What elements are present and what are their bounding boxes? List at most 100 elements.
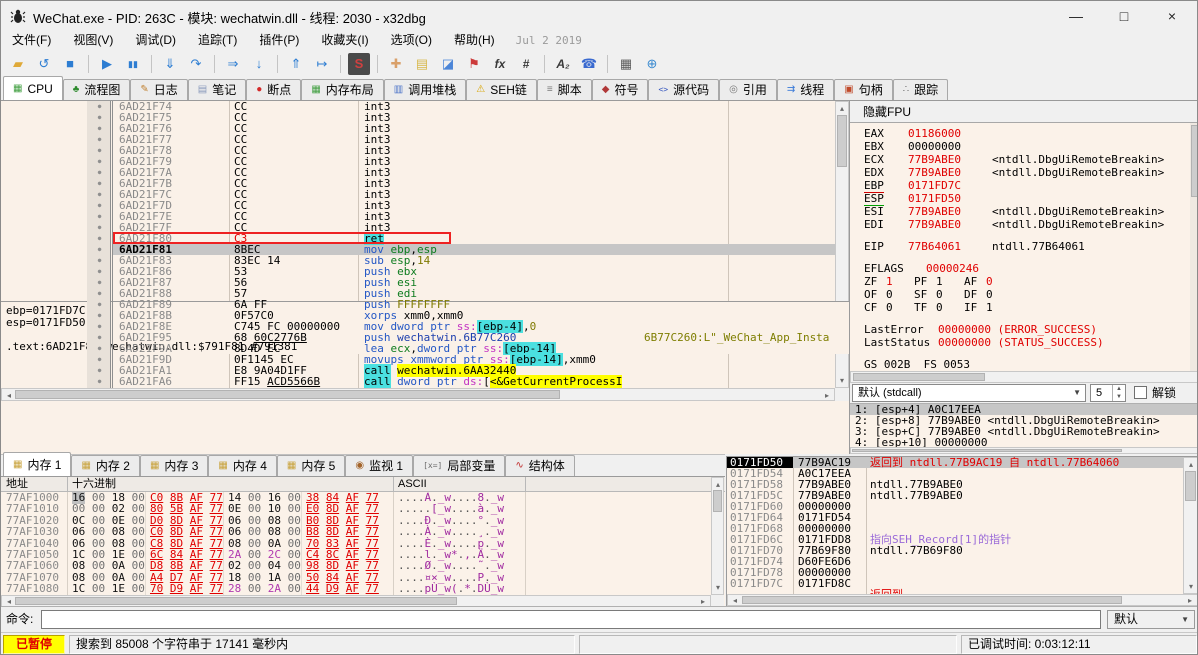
breakpoint-dot-icon[interactable]: ● xyxy=(95,222,104,233)
register-row[interactable]: EAX01186000 xyxy=(850,127,1198,140)
register-row[interactable]: EBP0171FD7C xyxy=(850,179,1198,192)
unlock-checkbox[interactable] xyxy=(1134,386,1147,399)
menu-item[interactable]: 帮助(H) xyxy=(443,31,506,49)
execute-till-return-icon[interactable]: ⇒ xyxy=(222,53,244,75)
stack-row[interactable]: 0171FD7800000000 xyxy=(727,567,1183,578)
breakpoint-dot-icon[interactable]: ● xyxy=(95,255,104,266)
step-out-icon[interactable]: ↓ xyxy=(248,53,270,75)
breakpoint-dot-icon[interactable]: ● xyxy=(95,376,104,387)
tab-watch-1[interactable]: ◉监视 1 xyxy=(345,455,413,476)
tab-struct[interactable]: ∿结构体 xyxy=(505,455,574,476)
register-row[interactable]: EDI77B9ABE0<ntdll.DbgUiRemoteBreakin> xyxy=(850,218,1198,231)
jump-up-icon[interactable]: ⇑ xyxy=(285,53,307,75)
hide-fpu-button[interactable]: 隐藏FPU xyxy=(850,101,1198,123)
breakpoint-dot-icon[interactable]: ● xyxy=(95,156,104,167)
tab-handles[interactable]: ▣句柄 xyxy=(834,79,892,100)
menu-item[interactable]: 文件(F) xyxy=(1,31,62,49)
register-row[interactable]: EFLAGS00000246 xyxy=(850,262,1198,275)
breakpoint-dot-icon[interactable]: ● xyxy=(95,189,104,200)
tab-breakpoints[interactable]: ●断点 xyxy=(246,79,301,100)
breakpoint-dot-icon[interactable]: ● xyxy=(95,365,104,376)
maximize-button[interactable]: □ xyxy=(1101,1,1147,31)
menu-item[interactable]: 追踪(T) xyxy=(187,31,248,49)
register-hscrollbar[interactable] xyxy=(850,371,1198,383)
breakpoint-dot-icon[interactable]: ● xyxy=(95,112,104,123)
restart-icon[interactable]: ↺ xyxy=(33,53,55,75)
tab-log[interactable]: ✎日志 xyxy=(130,79,187,100)
stack-pane[interactable]: 0171FD5077B9AC19返回到 ntdll.77B9AC19 自 ntd… xyxy=(726,456,1198,606)
command-input[interactable] xyxy=(41,610,1101,629)
breakpoint-dot-icon[interactable]: ● xyxy=(95,200,104,211)
argument-count-stepper[interactable]: 5 ▲▼ xyxy=(1090,384,1126,402)
memory-dump-pane[interactable]: 地址 十六进制 ASCII 77AF100016 00 18 00C0 8B A… xyxy=(1,476,725,606)
register-row[interactable]: CF0TF0IF1 xyxy=(850,301,1198,314)
hash-icon[interactable]: # xyxy=(515,53,537,75)
tab-references[interactable]: ◎引用 xyxy=(719,79,777,100)
comments-icon[interactable]: ▤ xyxy=(411,53,433,75)
strings-icon[interactable]: A₂ xyxy=(552,53,574,75)
breakpoint-dot-icon[interactable]: ● xyxy=(95,233,104,244)
tab-threads[interactable]: ⇉线程 xyxy=(777,79,834,100)
menu-item[interactable]: 调试(D) xyxy=(124,31,187,49)
menu-item[interactable]: 插件(P) xyxy=(248,31,310,49)
argument-hscrollbar[interactable] xyxy=(850,447,1198,454)
tab-call-stack[interactable]: ▥调用堆栈 xyxy=(384,79,466,100)
tab-memory-5[interactable]: ▦内存 5 xyxy=(277,455,345,476)
breakpoint-dot-icon[interactable]: ● xyxy=(95,310,104,321)
register-row[interactable]: EBX00000000 xyxy=(850,140,1198,153)
menu-item[interactable]: 收藏夹(I) xyxy=(310,31,379,49)
breakpoint-dot-icon[interactable]: ● xyxy=(95,299,104,310)
stepper-arrows-icon[interactable]: ▲▼ xyxy=(1112,385,1125,401)
breakpoint-dot-icon[interactable]: ● xyxy=(95,266,104,277)
stack-row[interactable]: 0171FD74D60FE6D6 xyxy=(727,556,1183,567)
breakpoint-dot-icon[interactable]: ● xyxy=(95,145,104,156)
breakpoint-dot-icon[interactable]: ● xyxy=(95,244,104,255)
stack-hscrollbar[interactable]: ◂ ▸ xyxy=(727,594,1198,606)
register-row[interactable]: ESP0171FD50 xyxy=(850,192,1198,205)
stack-row[interactable]: 0171FD640171FD54 xyxy=(727,512,1183,523)
calling-convention-select[interactable]: 默认 (stdcall)▼ xyxy=(852,384,1086,402)
register-row[interactable]: LastError00000000 (ERROR_SUCCESS) xyxy=(850,323,1198,336)
tab-locals[interactable]: [x=]局部变量 xyxy=(413,455,505,476)
breakpoint-dot-icon[interactable]: ● xyxy=(95,288,104,299)
disasm-row[interactable]: ●6AD21F80C3ret xyxy=(1,233,835,244)
menu-item[interactable]: 选项(O) xyxy=(380,31,443,49)
tab-graph[interactable]: ♣流程图 xyxy=(63,79,131,100)
tab-symbols[interactable]: ◆符号 xyxy=(592,79,649,100)
disassembly-pane[interactable]: ●6AD21F74CCint3●6AD21F75CCint3●6AD21F76C… xyxy=(1,101,849,454)
tab-trace[interactable]: ∴跟踪 xyxy=(893,79,948,100)
tab-script[interactable]: ≡脚本 xyxy=(537,79,592,100)
menu-item[interactable]: 视图(V) xyxy=(62,31,124,49)
minimize-button[interactable]: — xyxy=(1053,1,1099,31)
stack-vscrollbar[interactable]: ▴ ▾ xyxy=(1183,457,1198,594)
dump-vscrollbar[interactable]: ▴ ▾ xyxy=(711,477,724,595)
stack-row[interactable]: 0171FD7C0171FD8C xyxy=(727,578,1183,589)
breakpoint-dot-icon[interactable]: ● xyxy=(95,332,104,343)
breakpoint-dot-icon[interactable]: ● xyxy=(95,343,104,354)
tab-memory-map[interactable]: ▦内存布局 xyxy=(301,79,383,100)
scylla-icon[interactable]: S xyxy=(348,53,370,75)
register-row[interactable]: ECX77B9ABE0<ntdll.DbgUiRemoteBreakin> xyxy=(850,153,1198,166)
breakpoint-dot-icon[interactable]: ● xyxy=(95,123,104,134)
labels-icon[interactable]: ◪ xyxy=(437,53,459,75)
stop-icon[interactable]: ■ xyxy=(59,53,81,75)
run-icon[interactable]: ▶ xyxy=(96,53,118,75)
step-into-icon[interactable]: ⇓ xyxy=(159,53,181,75)
breakpoint-dot-icon[interactable]: ● xyxy=(95,277,104,288)
open-file-icon[interactable]: ▰ xyxy=(7,53,29,75)
register-row[interactable]: ESI77B9ABE0<ntdll.DbgUiRemoteBreakin> xyxy=(850,205,1198,218)
bookmarks-icon[interactable]: ⚑ xyxy=(463,53,485,75)
calculator-icon[interactable]: ▦ xyxy=(615,53,637,75)
tab-notes[interactable]: ▤笔记 xyxy=(188,79,246,100)
register-row[interactable]: GS 002B FS 0053 xyxy=(850,358,1198,371)
register-row[interactable]: EIP77B64061ntdll.77B64061 xyxy=(850,240,1198,253)
register-row[interactable]: OF0SF0DF0 xyxy=(850,288,1198,301)
tab-source[interactable]: <>源代码 xyxy=(648,79,719,100)
breakpoint-dot-icon[interactable]: ● xyxy=(95,178,104,189)
breakpoint-dot-icon[interactable]: ● xyxy=(95,134,104,145)
breakpoint-dot-icon[interactable]: ● xyxy=(95,101,104,112)
register-row[interactable]: EDX77B9ABE0<ntdll.DbgUiRemoteBreakin> xyxy=(850,166,1198,179)
disasm-hscrollbar[interactable]: ◂ ▸ xyxy=(1,388,835,401)
argument-list[interactable]: 1: [esp+4] A0C17EEA2: [esp+8] 77B9ABE0 <… xyxy=(850,403,1198,447)
register-list[interactable]: EAX01186000EBX00000000ECX77B9ABE0<ntdll.… xyxy=(850,123,1198,371)
